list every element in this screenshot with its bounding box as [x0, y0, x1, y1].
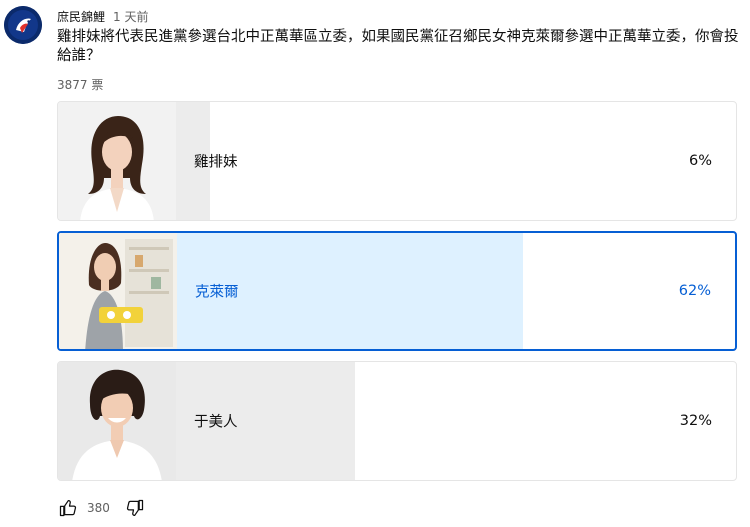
post-header: 庶民錦鯉 1 天前: [57, 8, 148, 24]
poll-option-1[interactable]: 雞排妹 6%: [57, 101, 737, 221]
poll-option-2[interactable]: 克萊爾 62%: [57, 231, 737, 351]
poll-option-1-image: [58, 102, 176, 220]
dislike-button[interactable]: [124, 497, 146, 519]
thumbs-up-icon: [59, 499, 77, 517]
channel-name[interactable]: 庶民錦鯉: [57, 8, 105, 25]
poll-option-percent: 6%: [688, 153, 712, 169]
thumbs-down-icon: [126, 499, 144, 517]
poll-option-3[interactable]: 于美人 32%: [57, 361, 737, 481]
poll-question: 雞排妹將代表民進黨參選台北中正萬華區立委，如果國民黨征召鄉民女神克萊爾參選中正萬…: [57, 29, 739, 64]
poll-option-percent: 62%: [678, 283, 711, 299]
poll-option-label: 雞排妹: [194, 154, 238, 171]
koi-logo-icon: [4, 6, 42, 44]
post-actions: 380: [57, 497, 146, 519]
poll-option-percent: 32%: [679, 413, 712, 429]
vote-count: 3877 票: [57, 78, 104, 92]
post-time[interactable]: 1 天前: [113, 8, 148, 25]
poll: 雞排妹 6% 克萊爾 62% 于美人 32%: [57, 101, 737, 491]
channel-avatar[interactable]: [4, 6, 42, 44]
poll-option-label: 克萊爾: [195, 284, 239, 301]
poll-option-3-image: [58, 362, 176, 480]
like-count: 380: [87, 501, 110, 515]
community-post: 庶民錦鯉 1 天前 雞排妹將代表民進黨參選台北中正萬華區立委，如果國民黨征召鄉民…: [0, 0, 750, 527]
poll-option-2-image: [59, 233, 177, 349]
like-button[interactable]: [57, 497, 79, 519]
poll-option-label: 于美人: [194, 414, 238, 431]
